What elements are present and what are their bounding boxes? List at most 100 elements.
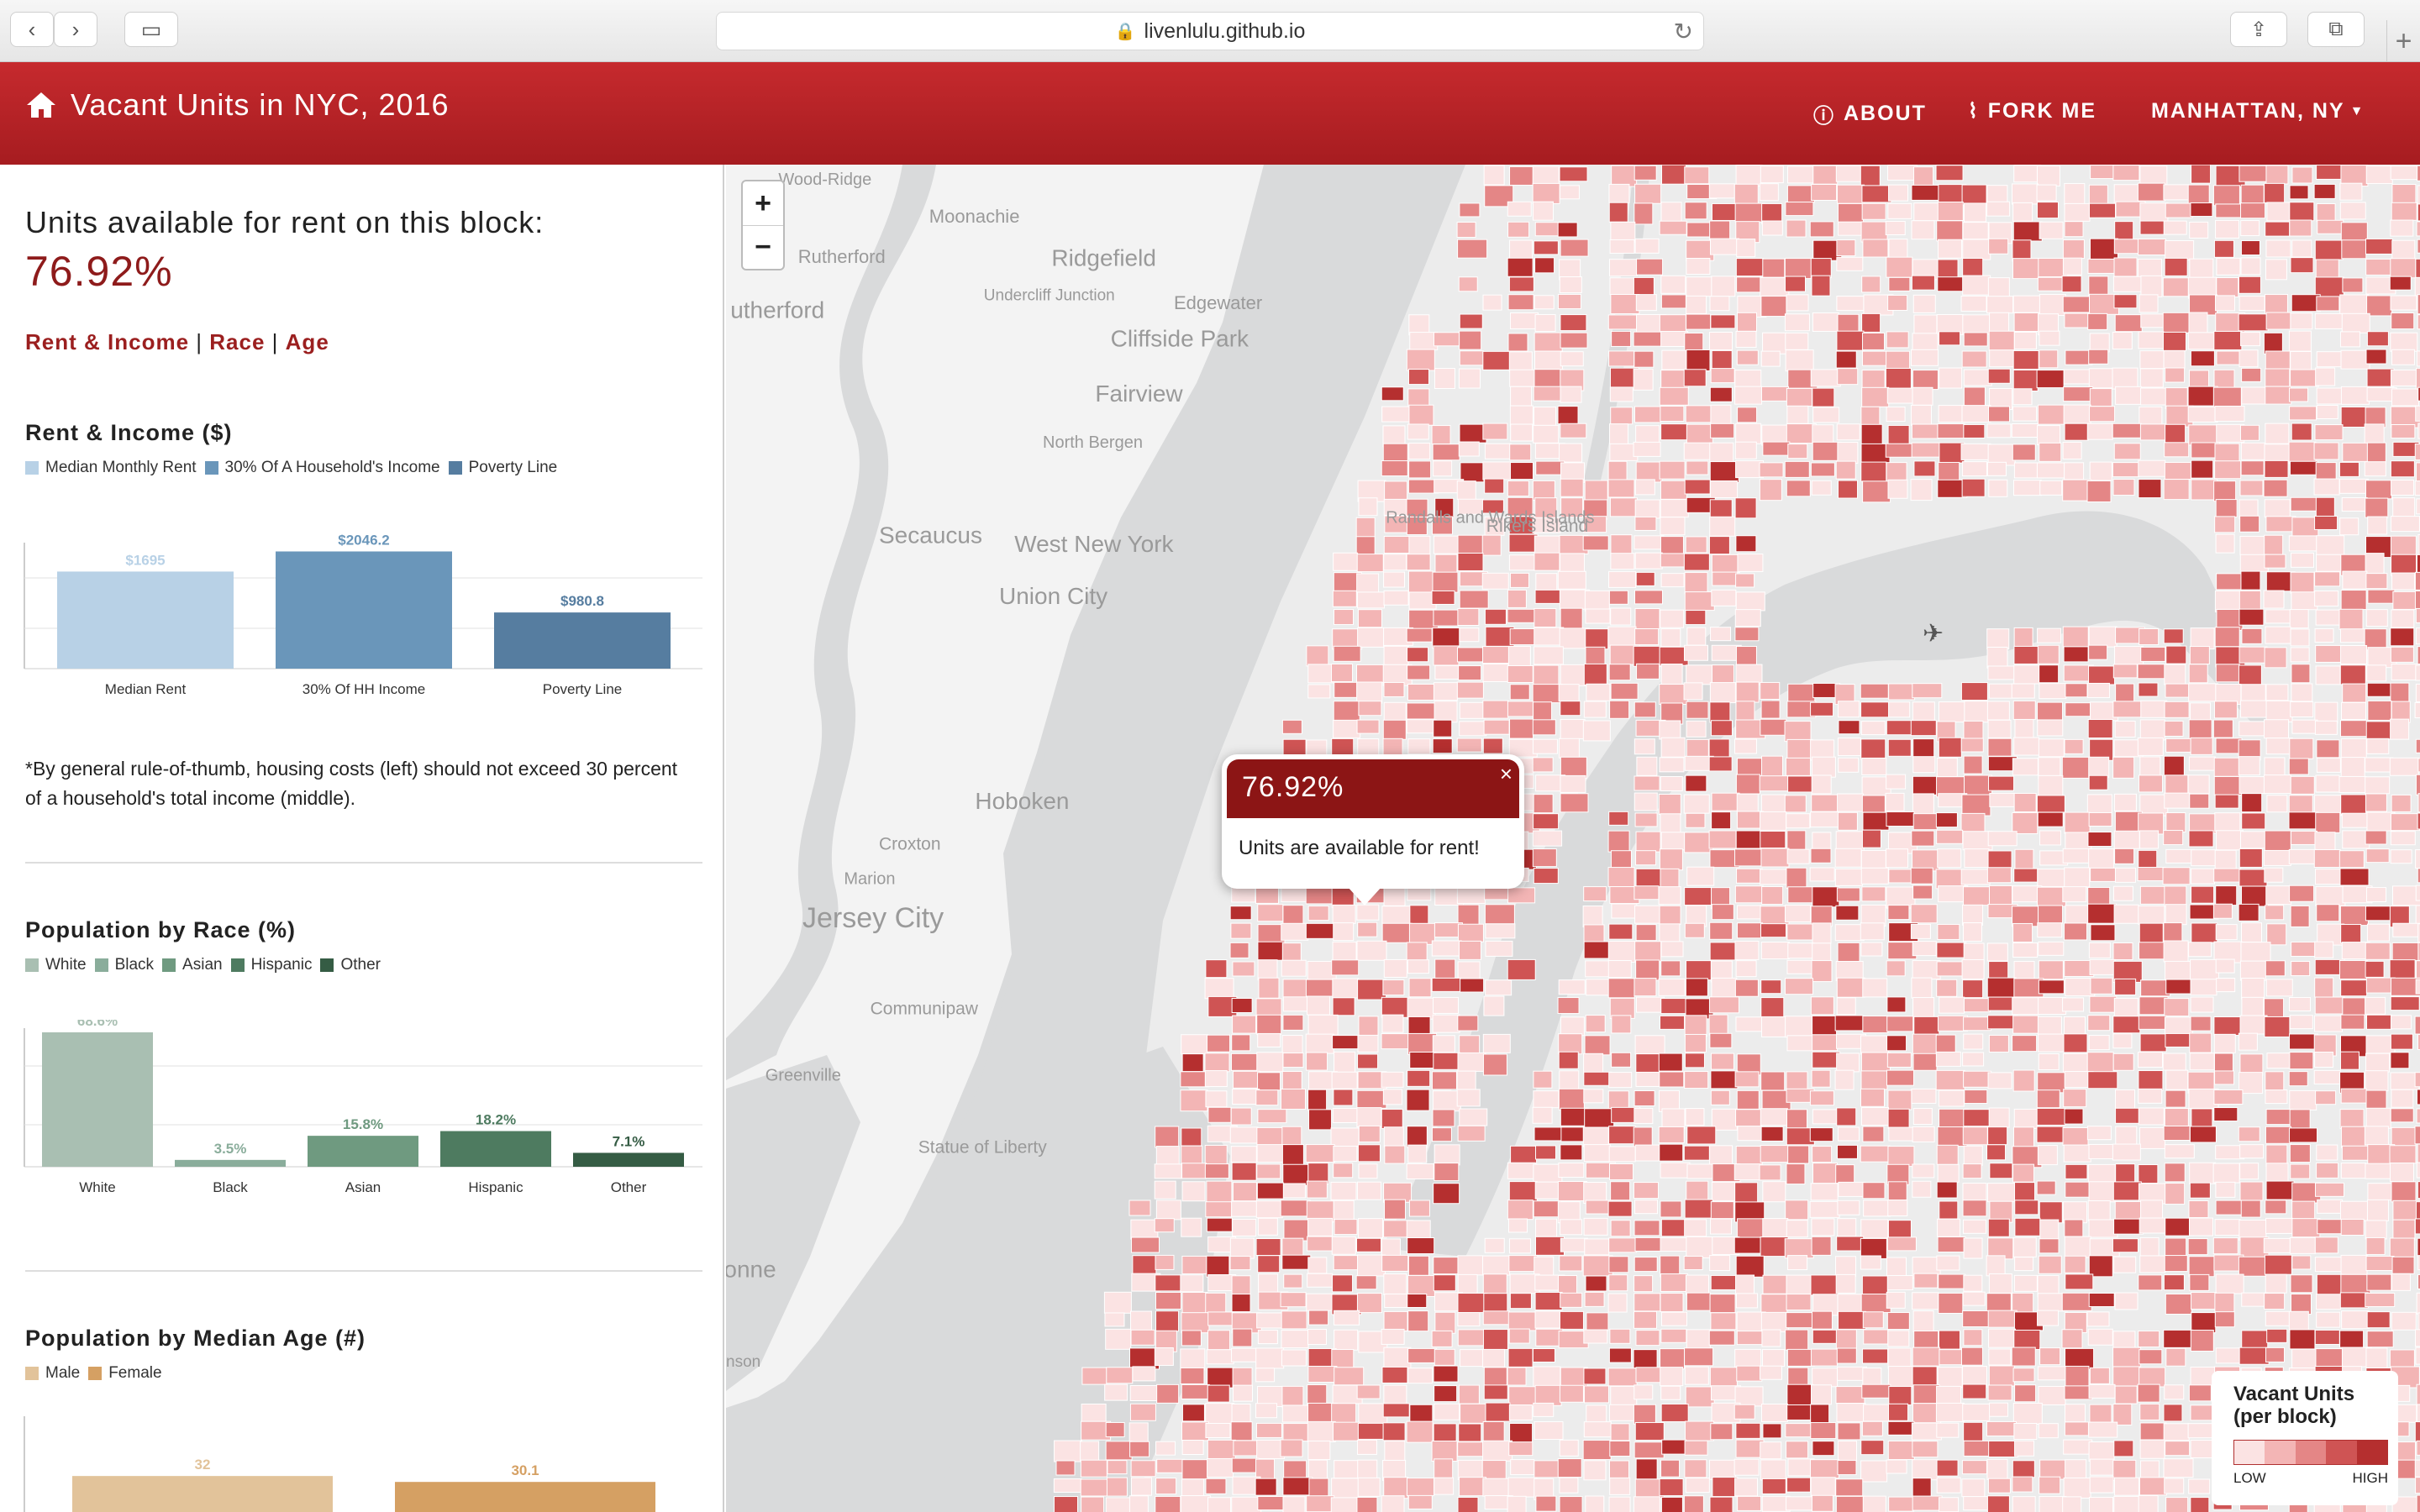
census-block[interactable] [2037, 1145, 2058, 1166]
census-block[interactable] [1811, 774, 1832, 795]
census-block[interactable] [2165, 1497, 2189, 1512]
census-block[interactable] [1710, 1089, 1730, 1105]
census-block[interactable] [2215, 295, 2236, 312]
census-block[interactable] [1986, 1495, 2010, 1512]
census-block[interactable] [1635, 425, 1660, 444]
census-block[interactable] [2012, 1236, 2037, 1257]
census-block[interactable] [1332, 1035, 1360, 1050]
census-block[interactable] [2365, 1220, 2387, 1240]
census-block[interactable] [2290, 552, 2314, 568]
census-block[interactable] [1733, 1458, 1760, 1476]
census-block[interactable] [1760, 1145, 1789, 1163]
census-block[interactable] [2087, 886, 2111, 906]
census-block[interactable] [1510, 386, 1533, 407]
census-block[interactable] [1231, 1457, 1260, 1473]
census-block[interactable] [1809, 1127, 1833, 1142]
census-block[interactable] [1784, 795, 1807, 813]
census-block[interactable] [2390, 370, 2417, 387]
census-block[interactable] [1660, 480, 1687, 500]
census-block[interactable] [1607, 960, 1632, 979]
census-block[interactable] [1204, 1163, 1229, 1179]
census-block[interactable] [1910, 720, 1937, 737]
census-block[interactable] [2215, 738, 2243, 754]
census-block[interactable] [1734, 1071, 1760, 1088]
census-block[interactable] [2215, 1347, 2242, 1364]
census-block[interactable] [1433, 682, 1458, 701]
census-block[interactable] [1406, 1126, 1428, 1148]
census-block[interactable] [1811, 756, 1836, 778]
census-block[interactable] [1861, 276, 1881, 293]
census-block[interactable] [2266, 1053, 2291, 1069]
census-block[interactable] [2391, 1311, 2417, 1331]
census-block[interactable] [1333, 1089, 1354, 1106]
census-block[interactable] [1583, 924, 1605, 944]
census-block[interactable] [1963, 1440, 1990, 1457]
census-block[interactable] [1180, 1089, 1208, 1112]
census-block[interactable] [1810, 701, 1834, 717]
census-block[interactable] [2164, 442, 2190, 458]
census-block[interactable] [1231, 1200, 1261, 1217]
census-block[interactable] [2390, 460, 2415, 478]
census-block[interactable] [2390, 849, 2412, 864]
census-block[interactable] [1484, 904, 1515, 925]
census-block[interactable] [1508, 1255, 1539, 1273]
census-block[interactable] [1535, 1145, 1557, 1160]
census-block[interactable] [1660, 1237, 1689, 1252]
census-block[interactable] [2317, 219, 2344, 234]
census-block[interactable] [1937, 848, 1962, 869]
census-block[interactable] [1281, 922, 1309, 941]
census-block[interactable] [1736, 239, 1756, 258]
census-block[interactable] [1356, 1089, 1387, 1109]
census-block[interactable] [2187, 332, 2217, 350]
census-block[interactable] [1154, 1218, 1175, 1233]
census-block[interactable] [1181, 1181, 1206, 1202]
census-block[interactable] [1812, 1441, 1835, 1457]
census-block[interactable] [1962, 1200, 1987, 1217]
census-block[interactable] [1888, 869, 1915, 884]
census-block[interactable] [1180, 1495, 1211, 1512]
census-block[interactable] [1533, 1163, 1563, 1184]
census-block[interactable] [1835, 165, 1862, 182]
census-block[interactable] [1835, 831, 1865, 852]
census-block[interactable] [1132, 1366, 1156, 1382]
census-block[interactable] [2340, 1254, 2368, 1275]
census-block[interactable] [2414, 571, 2420, 591]
census-block[interactable] [2164, 792, 2191, 809]
census-block[interactable] [1456, 1089, 1481, 1107]
census-block[interactable] [1333, 552, 1359, 571]
census-block[interactable] [1659, 905, 1681, 925]
census-block[interactable] [1308, 1478, 1329, 1498]
census-block[interactable] [2241, 793, 2263, 813]
census-block[interactable] [1939, 367, 1963, 389]
census-block[interactable] [1913, 314, 1938, 335]
census-block[interactable] [1887, 738, 1912, 757]
census-block[interactable] [1585, 1015, 1606, 1033]
census-block[interactable] [1255, 1238, 1281, 1257]
census-block[interactable] [1660, 960, 1681, 977]
census-block[interactable] [1786, 830, 1807, 852]
census-block[interactable] [1482, 1421, 1505, 1444]
census-block[interactable] [1634, 1384, 1654, 1400]
census-block[interactable] [2215, 885, 2238, 906]
census-block[interactable] [2266, 1328, 2288, 1343]
census-block[interactable] [2365, 996, 2386, 1015]
census-block[interactable] [2415, 367, 2420, 390]
census-block[interactable] [2165, 1293, 2192, 1315]
census-block[interactable] [1634, 978, 1657, 997]
census-block[interactable] [1811, 1494, 1833, 1512]
census-block[interactable] [2039, 1238, 2060, 1254]
census-block[interactable] [2339, 628, 2365, 643]
census-block[interactable] [1735, 774, 1760, 795]
census-block[interactable] [1987, 1218, 2010, 1237]
census-block[interactable] [2415, 607, 2420, 623]
census-block[interactable] [1734, 885, 1764, 904]
census-block[interactable] [1459, 1108, 1488, 1126]
census-block[interactable] [1684, 832, 1714, 853]
census-block[interactable] [2138, 1015, 2167, 1030]
census-block[interactable] [1661, 1439, 1687, 1455]
census-block[interactable] [2088, 1383, 2116, 1399]
census-block[interactable] [1456, 480, 1476, 501]
census-block[interactable] [1734, 1348, 1762, 1368]
census-block[interactable] [1128, 1495, 1149, 1512]
census-block[interactable] [1987, 850, 2012, 869]
